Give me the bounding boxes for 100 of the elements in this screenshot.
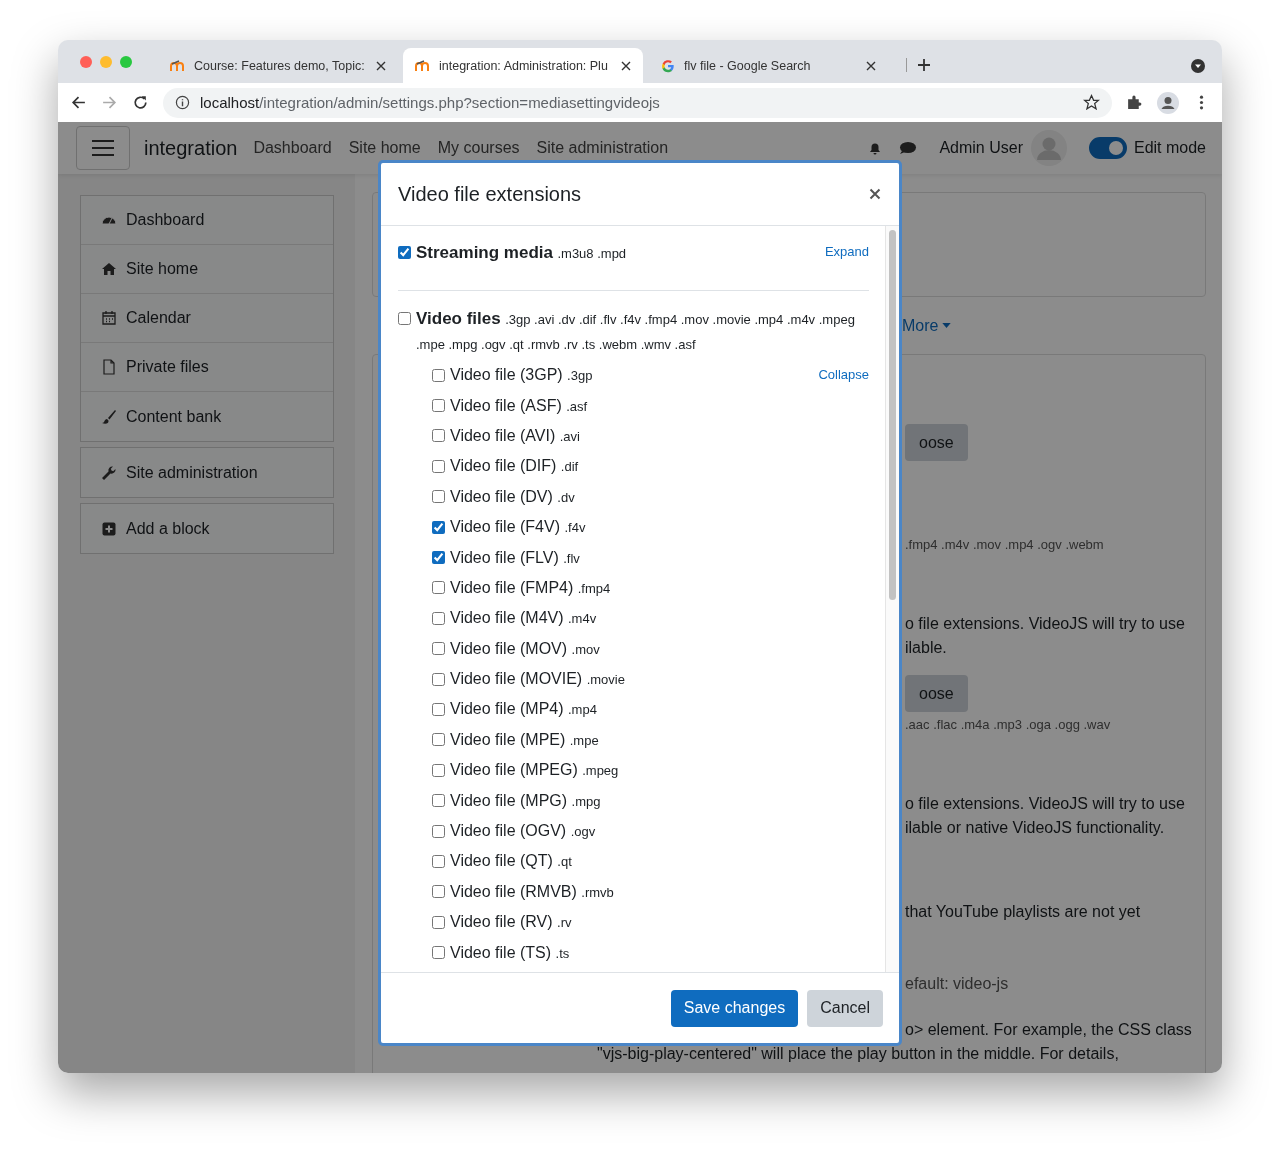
file-type-checkbox[interactable] <box>432 551 445 565</box>
nav-link[interactable]: Dashboard <box>253 139 332 157</box>
file-type-checkbox[interactable] <box>432 672 445 686</box>
default-hint: efault: video-js <box>905 974 1009 994</box>
site-logo-icon <box>170 58 186 73</box>
new-tab-icon[interactable] <box>906 58 931 72</box>
file-type-checkbox[interactable] <box>432 459 445 473</box>
file-type-label: Video file (OGV) .ogv <box>450 822 597 841</box>
file-type-checkbox[interactable] <box>432 885 445 899</box>
file-type-checkbox[interactable] <box>432 611 445 625</box>
close-tab-icon[interactable] <box>376 60 386 71</box>
group-checkbox[interactable] <box>398 246 411 259</box>
close-icon[interactable] <box>869 188 881 200</box>
close-tab-icon[interactable] <box>866 60 876 71</box>
close-tab-icon[interactable] <box>621 60 631 71</box>
file-icon <box>101 359 117 375</box>
group-checkbox[interactable] <box>398 312 411 325</box>
site-logo-icon <box>415 58 431 73</box>
sidebar-item[interactable]: Add a block <box>81 504 333 553</box>
chat-icon[interactable] <box>899 141 918 155</box>
file-type-label: Video file (M4V) .m4v <box>450 609 598 628</box>
more-menu-link[interactable]: More <box>902 316 952 335</box>
sidebar-item[interactable]: Dashboard <box>81 196 333 245</box>
file-type-checkbox[interactable] <box>432 399 445 413</box>
search-engine-logo-icon <box>660 58 676 73</box>
bookmark-star-icon[interactable] <box>1083 94 1100 111</box>
file-type-checkbox[interactable] <box>432 763 445 777</box>
sidebar-item[interactable]: Calendar <box>81 294 333 343</box>
sidebar-item[interactable]: Site administration <box>81 448 333 497</box>
sidebar-item[interactable]: Site home <box>81 245 333 294</box>
collapse-link[interactable]: Collapse <box>818 364 869 387</box>
close-window-icon[interactable] <box>80 56 92 68</box>
save-button[interactable]: Save changes <box>670 989 799 1027</box>
setting-description: o file extensions. VideoJS will try to use <box>905 614 1185 634</box>
setting-description: ilable. <box>905 638 947 658</box>
setting-description: "vjs-big-play-centered" will place the play button in the middle. For details, <box>597 1044 1119 1064</box>
plus-square-icon <box>101 520 117 537</box>
browser-tab[interactable]: flv file - Google Search <box>648 48 888 83</box>
reload-icon[interactable] <box>132 94 149 111</box>
file-type-checkbox[interactable] <box>432 824 445 838</box>
info-icon <box>175 95 190 110</box>
puzzle-icon[interactable] <box>1126 94 1143 111</box>
file-type-label: Video file (RV) .rv <box>450 913 573 932</box>
setting-description: ilable or native VideoJS functionality. <box>905 818 1165 838</box>
file-type-checkbox[interactable] <box>432 946 445 960</box>
wrench-icon <box>101 464 117 481</box>
extension-list: .aac .flac .m4a .mp3 .oga .ogg .wav <box>905 717 1111 733</box>
choose-button[interactable]: oose <box>905 424 968 461</box>
scrollbar-thumb[interactable] <box>889 230 896 600</box>
file-type-checkbox[interactable] <box>432 703 445 716</box>
file-type-label: Video file (DIF) .dif <box>450 457 580 476</box>
browser-tab[interactable]: integration: Administration: Plu <box>403 48 643 83</box>
tab-search-icon[interactable] <box>1190 58 1206 74</box>
setting-description: o file extensions. VideoJS will try to use <box>905 794 1185 814</box>
setting-description: o> element. For example, the CSS class <box>905 1020 1192 1040</box>
file-type-checkbox[interactable] <box>432 733 445 747</box>
file-type-checkbox[interactable] <box>432 854 445 868</box>
file-type-checkbox[interactable] <box>432 520 445 534</box>
forward-icon[interactable] <box>101 94 118 111</box>
file-type-label: Video file (MPG) .mpg <box>450 791 602 810</box>
menu-button[interactable] <box>76 126 130 170</box>
calendar-icon <box>101 310 117 326</box>
nav-link[interactable]: Site home <box>348 139 421 157</box>
file-type-label: Video file (ASF) .asf <box>450 396 589 415</box>
extension-list: .fmp4 .m4v .mov .mp4 .ogv .webm <box>905 537 1104 553</box>
file-type-label: Video file (QT) .qt <box>450 852 573 871</box>
brush-icon <box>101 408 117 425</box>
edit-mode-switch[interactable] <box>1088 137 1127 159</box>
menu-icon <box>91 139 115 157</box>
edit-mode-label: Edit mode <box>1133 139 1206 157</box>
user-name[interactable]: Admin User <box>939 139 1023 157</box>
file-type-label: Video file (3GP) .3gp <box>450 366 594 385</box>
file-type-checkbox[interactable] <box>432 429 445 443</box>
file-type-label: Video file (FLV) .flv <box>450 548 581 567</box>
site-name[interactable]: integration <box>144 136 238 160</box>
sidebar-item[interactable]: Content bank <box>81 392 333 441</box>
modal-title: Video file extensions <box>398 182 582 206</box>
choose-button[interactable]: oose <box>905 675 968 712</box>
file-type-label: Video file (MPE) .mpe <box>450 730 600 749</box>
group-label: Streaming media .m3u8 .mpd <box>416 242 628 264</box>
address-bar[interactable]: localhost/integration/admin/settings.php?section=mediasettingvideojs <box>163 87 1112 118</box>
file-type-checkbox[interactable] <box>432 794 445 808</box>
file-type-label: Video file (DV) .dv <box>450 487 576 506</box>
nav-link[interactable]: Site administration <box>536 139 669 157</box>
cancel-button[interactable]: Cancel <box>807 989 883 1027</box>
file-type-label: Video file (AVI) .avi <box>450 426 581 445</box>
file-type-checkbox[interactable] <box>432 490 445 504</box>
browser-tab[interactable]: Course: Features demo, Topic: <box>158 48 398 83</box>
profile-icon[interactable] <box>1157 91 1179 114</box>
file-type-label: Video file (FMP4) .fmp4 <box>450 578 612 597</box>
expand-link[interactable]: Expand <box>824 241 869 263</box>
file-type-checkbox[interactable] <box>432 915 445 929</box>
file-type-checkbox[interactable] <box>432 581 445 595</box>
back-icon[interactable] <box>70 94 87 111</box>
sidebar-item[interactable]: Private files <box>81 343 333 392</box>
group-label: Video files .3gp .avi .dv .dif .flv .f4v .fmp4 .mov .movie .mp4 .m4v .mpeg .mpe .mpg .ogv .qt .rmvb .rv .ts .webm .wmv .asf <box>416 308 856 354</box>
nav-link[interactable]: My courses <box>437 139 520 157</box>
home-icon <box>101 261 117 277</box>
file-type-checkbox[interactable] <box>432 368 445 382</box>
file-type-checkbox[interactable] <box>432 642 445 656</box>
